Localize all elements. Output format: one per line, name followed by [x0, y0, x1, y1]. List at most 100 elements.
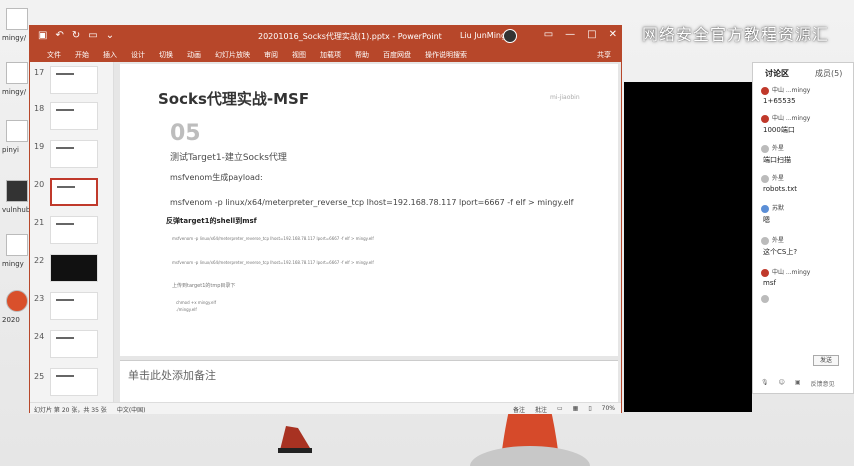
desktop-icon-label: vulnhub- [2, 206, 30, 214]
avatar [761, 204, 769, 213]
present-icon[interactable]: ▭ [88, 30, 97, 41]
minimize-icon[interactable]: — [565, 29, 575, 40]
normal-view-icon[interactable]: ▭ [557, 405, 563, 414]
maximize-icon[interactable]: □ [587, 29, 596, 40]
slide-thumbnail[interactable] [50, 66, 98, 94]
quick-access-toolbar: ▣ ↶ ↻ ▭ ⌄ [38, 30, 114, 41]
watermark-text: 网络安全官方教程资源汇 [642, 25, 830, 44]
slide-thumbnail[interactable] [50, 140, 98, 168]
file-icon[interactable] [6, 8, 28, 30]
close-icon[interactable]: ✕ [609, 29, 617, 40]
avatar [761, 295, 769, 303]
ribbon-display-icon[interactable]: ▭ [544, 29, 553, 40]
chat-message: 嗯 [763, 216, 770, 224]
sender-name: 外星 [772, 175, 785, 182]
chat-sender: 外星 [761, 143, 784, 153]
tab-addins[interactable]: 加载项 [313, 50, 348, 60]
chat-message: 1000端口 [763, 126, 795, 134]
slide-thumbnail[interactable] [50, 254, 98, 282]
desktop-icon-label: mingy/ [2, 34, 27, 42]
file-icon[interactable] [6, 234, 28, 256]
notes-button[interactable]: 备注 [513, 405, 525, 414]
avatar [761, 114, 769, 123]
tab-file[interactable]: 文件 [40, 50, 68, 60]
reading-view-icon[interactable]: ▯ [588, 405, 591, 414]
tab-slideshow[interactable]: 幻灯片放映 [208, 50, 257, 60]
tab-review[interactable]: 审阅 [257, 50, 285, 60]
tab-animations[interactable]: 动画 [180, 50, 208, 60]
slide-small-text: chmod +x mingy.elf [176, 300, 217, 305]
tab-insert[interactable]: 插入 [96, 50, 124, 60]
chat-message: 这个CS上? [763, 248, 798, 256]
user-name[interactable]: Liu JunMing [460, 31, 506, 40]
desktop-icon-label: pinyi [2, 146, 19, 154]
slide-thumbnail[interactable] [50, 292, 98, 320]
app-icon[interactable] [6, 180, 28, 202]
notes-placeholder[interactable]: 单击此处添加备注 [128, 367, 216, 383]
tab-baidu[interactable]: 百度网盘 [376, 50, 418, 60]
slide-thumbnail[interactable] [50, 216, 98, 244]
desktop-icon-label: mingy [2, 260, 24, 268]
slide-logo: mi-jiaobin [550, 94, 580, 101]
slide-subtitle: 测试Target1-建立Socks代理 [170, 153, 287, 163]
microphone-icon[interactable]: 🎙 [761, 379, 769, 388]
slide-info: 幻灯片 第 20 张，共 35 张 [34, 407, 107, 414]
notes-pane[interactable]: 单击此处添加备注 [120, 360, 618, 402]
section-number: 05 [170, 121, 201, 146]
sender-name: 外星 [772, 237, 785, 244]
slide-small-text: msfvenom -p linux/x64/meterpreter_revers… [172, 236, 374, 241]
tab-help[interactable]: 帮助 [348, 50, 376, 60]
share-button[interactable]: 共享 [597, 50, 611, 60]
slide-thumbnail-selected[interactable] [50, 178, 98, 206]
tab-design[interactable]: 设计 [124, 50, 152, 60]
feedback-link[interactable]: 反馈意见 [811, 379, 835, 388]
title-bar: ▣ ↶ ↻ ▭ ⌄ 20201016_Socks代理实战(1).pptx - P… [30, 26, 621, 48]
zoom-level[interactable]: 70% [602, 405, 615, 414]
avatar [761, 174, 769, 183]
desktop-icon-label: mingy/ [2, 88, 27, 96]
slide-number: 22 [34, 256, 45, 265]
slide-thumbnail[interactable] [50, 330, 98, 358]
slide-thumbnails: 17 18 19 20 21 22 23 24 25 [30, 62, 114, 402]
video-area [624, 82, 752, 412]
comments-button[interactable]: 批注 [535, 405, 547, 414]
slide-number: 17 [34, 68, 45, 77]
image-icon[interactable]: ▣ [795, 379, 801, 388]
save-icon[interactable]: ▣ [38, 30, 47, 41]
slide-bold-text: 反弹target1的shell到msf [166, 217, 257, 225]
sender-name: 中山 ...mingy [772, 269, 811, 276]
sorter-view-icon[interactable]: ▦ [573, 405, 579, 414]
slide-canvas[interactable]: Socks代理实战-MSF mi-jiaobin 05 测试Target1-建立… [120, 64, 618, 356]
undo-icon[interactable]: ↶ [55, 30, 63, 41]
chat-sender [761, 295, 772, 303]
sender-name: 中山 ...mingy [772, 87, 811, 94]
tab-transitions[interactable]: 切换 [152, 50, 180, 60]
chat-tabs: 讨论区 成员(5) [753, 63, 853, 81]
tab-home[interactable]: 开始 [68, 50, 96, 60]
tab-members[interactable]: 成员(5) [815, 68, 842, 79]
send-button[interactable]: 发送 [813, 355, 839, 366]
avatar [761, 144, 769, 153]
chat-sender: 中山 ...mingy [761, 267, 810, 277]
tell-me-search[interactable]: 操作说明搜索 [418, 50, 474, 60]
chat-message: 1+65535 [763, 97, 796, 105]
shoe-icon [278, 426, 312, 453]
slide-number: 21 [34, 218, 45, 227]
slide-number: 24 [34, 332, 45, 341]
tab-view[interactable]: 视图 [285, 50, 313, 60]
document-title: 20201016_Socks代理实战(1).pptx - PowerPoint [258, 32, 442, 41]
slide-thumbnail[interactable] [50, 368, 98, 396]
avatar[interactable] [503, 29, 517, 43]
app-icon[interactable] [6, 290, 28, 312]
emoji-icon[interactable]: ☺ [779, 379, 785, 388]
redo-icon[interactable]: ↻ [72, 30, 80, 41]
customize-icon[interactable]: ⌄ [106, 30, 114, 41]
file-icon[interactable] [6, 62, 28, 84]
tab-discussion[interactable]: 讨论区 [765, 68, 789, 79]
editor-body: 17 18 19 20 21 22 23 24 25 Socks代理实战-MSF… [30, 62, 621, 402]
desktop-icon-label: 2020 [2, 316, 20, 324]
language-status[interactable]: 中文(中国) [117, 405, 146, 414]
file-icon[interactable] [6, 120, 28, 142]
slide-thumbnail[interactable] [50, 102, 98, 130]
slide-small-text: 上传到target1的tmp目录下 [172, 283, 236, 289]
